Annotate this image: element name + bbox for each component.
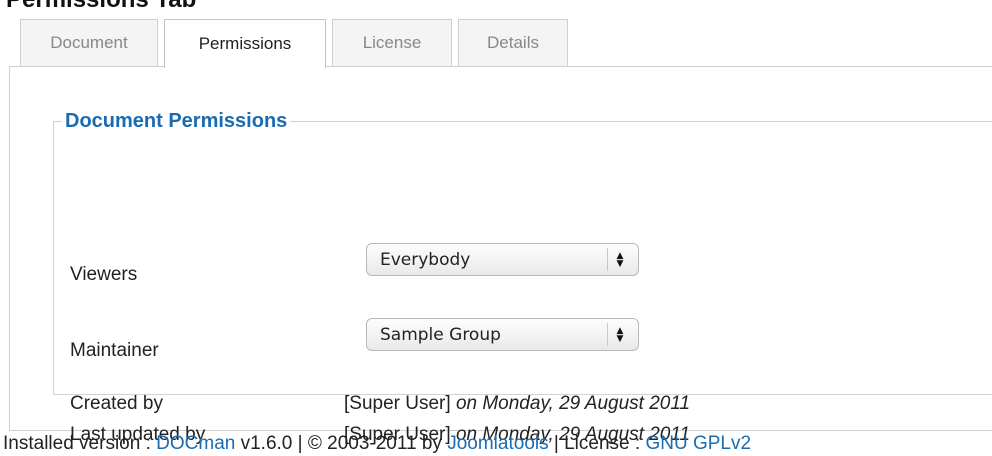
- tab-details[interactable]: Details: [458, 19, 568, 66]
- maintainer-select[interactable]: Sample Group ▲ ▼: [366, 318, 639, 351]
- footer: Installed version : DOCman v1.6.0 | © 20…: [3, 433, 751, 455]
- maintainer-label: Maintainer: [70, 340, 159, 361]
- license-link[interactable]: GNU GPLv2: [645, 433, 751, 454]
- created-by-user: [Super User]: [344, 393, 451, 414]
- created-by-label: Created by: [70, 393, 163, 414]
- created-by-date: on Monday, 29 August 2011: [455, 393, 691, 414]
- up-down-arrows-icon: ▲ ▼: [607, 323, 632, 346]
- tab-document[interactable]: Document: [20, 19, 158, 66]
- viewers-label: Viewers: [70, 264, 138, 285]
- footer-prefix: Installed version :: [3, 433, 157, 454]
- footer-version: v1.6.0 | © 2003-2011 by: [235, 433, 448, 454]
- permissions-page: Permissions Tab Document Permissions Lic…: [0, 0, 992, 456]
- viewers-select[interactable]: Everybody ▲ ▼: [366, 243, 639, 276]
- tab-license[interactable]: License: [332, 19, 452, 66]
- viewers-select-value: Everybody: [380, 249, 471, 270]
- created-by-value: [Super User] on Monday, 29 August 2011: [344, 393, 690, 415]
- fieldset-legend: Document Permissions: [65, 110, 288, 132]
- tab-permissions[interactable]: Permissions: [164, 19, 326, 68]
- footer-license-prefix: | License :: [548, 433, 646, 454]
- joomlatools-link[interactable]: Joomlatools: [447, 433, 548, 454]
- document-permissions-fieldset: Document Permissions Viewers Everybody ▲…: [53, 110, 992, 445]
- tab-bar: Document Permissions License Details: [20, 19, 574, 68]
- docman-link[interactable]: DOCman: [156, 433, 235, 454]
- up-down-arrows-icon: ▲ ▼: [607, 248, 632, 271]
- tab-panel: Document Permissions Viewers Everybody ▲…: [9, 66, 992, 445]
- maintainer-select-value: Sample Group: [380, 324, 501, 345]
- page-heading: Permissions Tab: [6, 0, 196, 13]
